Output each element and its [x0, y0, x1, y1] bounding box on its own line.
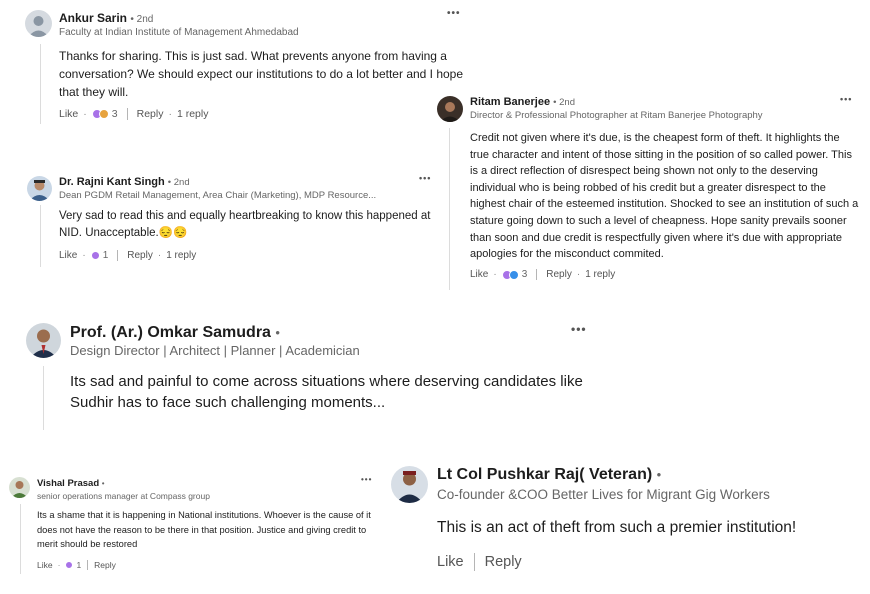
- connection-degree: • 2nd: [553, 97, 575, 108]
- separator-dot: ·: [576, 269, 581, 280]
- connection-degree: • 2nd: [167, 177, 190, 188]
- reply-button[interactable]: Reply: [127, 250, 153, 261]
- commenter-name[interactable]: Lt Col Pushkar Raj( Veteran) •: [437, 466, 661, 484]
- reaction-count[interactable]: 3: [522, 269, 528, 280]
- thread-line: [40, 205, 41, 267]
- thread-line: [20, 504, 21, 574]
- commenter-name[interactable]: Prof. (Ar.) Omkar Samudra •: [70, 324, 280, 342]
- commenter-name-text: Lt Col Pushkar Raj( Veteran): [437, 466, 653, 483]
- connection-degree: • 2nd: [130, 14, 154, 25]
- separator-dot: ·: [493, 269, 497, 280]
- like-button[interactable]: Like: [470, 269, 488, 280]
- comment-text: Its a shame that it is happening in Nati…: [37, 510, 371, 549]
- reaction-count[interactable]: 1: [76, 560, 81, 570]
- more-options-icon[interactable]: •••: [571, 322, 587, 336]
- comment-text: Credit not given where it's due, is the …: [470, 132, 859, 261]
- avatar[interactable]: [437, 96, 463, 122]
- comment-actions: Like · 3 Reply · 1 reply: [59, 108, 208, 120]
- divider: [473, 553, 475, 571]
- reaction-icons[interactable]: [501, 269, 519, 280]
- more-options-icon[interactable]: •••: [361, 475, 372, 484]
- like-button[interactable]: Like: [37, 560, 53, 570]
- commenter-name[interactable]: Ankur Sarin • 2nd: [59, 11, 153, 25]
- commenter-headline: Co-founder &COO Better Lives for Migrant…: [437, 487, 770, 502]
- more-options-icon[interactable]: •••: [840, 94, 852, 104]
- divider: [126, 108, 128, 120]
- separator-dot: ·: [168, 108, 172, 120]
- commenter-name-text: Ritam Banerjee: [470, 96, 551, 108]
- divider: [87, 560, 89, 570]
- commenter-name[interactable]: Vishal Prasad •: [37, 478, 105, 489]
- connection-degree: •: [101, 479, 105, 488]
- reply-button[interactable]: Reply: [546, 269, 572, 280]
- avatar[interactable]: [27, 176, 52, 201]
- reaction-count[interactable]: 1: [103, 250, 109, 261]
- separator-dot: ·: [57, 560, 61, 570]
- commenter-name-text: Dr. Rajni Kant Singh: [59, 176, 165, 188]
- support-reaction-icon: [65, 561, 74, 569]
- like-button[interactable]: Like: [59, 108, 78, 120]
- commenter-name-text: Vishal Prasad: [37, 478, 100, 489]
- reaction-icons[interactable]: [90, 251, 100, 260]
- thread-line: [449, 128, 450, 290]
- reaction-icons[interactable]: [91, 109, 109, 119]
- reply-button[interactable]: Reply: [485, 554, 522, 570]
- thread-line: [43, 366, 44, 430]
- avatar[interactable]: [391, 466, 428, 503]
- reply-count-link[interactable]: 1 reply: [177, 108, 209, 120]
- comment-text: Very sad to read this and equally heartb…: [59, 210, 431, 239]
- like-button[interactable]: Like: [59, 250, 77, 261]
- like-reaction-icon: [508, 269, 519, 280]
- divider: [117, 250, 119, 261]
- commenter-headline: Faculty at Indian Institute of Managemen…: [59, 27, 299, 38]
- avatar[interactable]: [9, 477, 30, 498]
- connection-degree: •: [656, 467, 662, 482]
- comment-text: This is an act of theft from such a prem…: [437, 519, 797, 536]
- comment-actions: Like · 1 Reply: [37, 560, 116, 570]
- commenter-name-text: Prof. (Ar.) Omkar Samudra: [70, 324, 271, 341]
- avatar[interactable]: [26, 323, 61, 358]
- comment-actions: Like · 1 Reply · 1 reply: [59, 250, 196, 261]
- support-reaction-icon: [90, 251, 100, 260]
- commenter-name[interactable]: Dr. Rajni Kant Singh • 2nd: [59, 176, 190, 188]
- divider: [536, 269, 538, 280]
- commenter-name[interactable]: Ritam Banerjee • 2nd: [470, 96, 575, 108]
- commenter-headline: senior operations manager at Compass gro…: [37, 491, 210, 501]
- separator-dot: ·: [82, 250, 86, 261]
- more-options-icon[interactable]: •••: [419, 173, 431, 183]
- reply-button[interactable]: Reply: [137, 108, 164, 120]
- reply-count-link[interactable]: 1 reply: [585, 269, 615, 280]
- comment-actions: Like · 3 Reply · 1 reply: [470, 269, 615, 280]
- comment-text: Thanks for sharing. This is just sad. Wh…: [59, 49, 464, 99]
- commenter-name-text: Ankur Sarin: [59, 11, 128, 25]
- reply-count-link[interactable]: 1 reply: [166, 250, 196, 261]
- separator-dot: ·: [157, 250, 162, 261]
- commenter-headline: Dean PGDM Retail Management, Area Chair …: [59, 190, 377, 201]
- reaction-count[interactable]: 3: [112, 108, 118, 120]
- comment-text: Its sad and painful to come across situa…: [70, 373, 583, 411]
- connection-degree: •: [275, 325, 280, 340]
- avatar[interactable]: [25, 10, 52, 37]
- more-options-icon[interactable]: •••: [447, 8, 461, 19]
- thread-line: [40, 44, 41, 124]
- like-button[interactable]: Like: [437, 554, 464, 570]
- reaction-icons[interactable]: [65, 561, 74, 569]
- separator-dot: ·: [83, 108, 87, 120]
- commenter-headline: Design Director | Architect | Planner | …: [70, 343, 360, 358]
- celebrate-reaction-icon: [98, 109, 109, 119]
- reply-button[interactable]: Reply: [94, 560, 116, 570]
- comment-actions: Like Reply: [437, 553, 522, 571]
- commenter-headline: Director & Professional Photographer at …: [470, 110, 763, 121]
